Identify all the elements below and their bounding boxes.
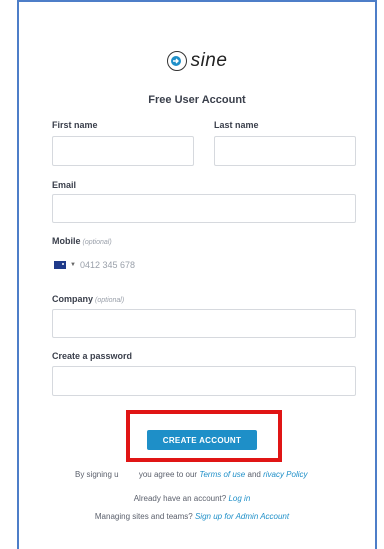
last-name-label: Last name: [214, 120, 259, 130]
email-label: Email: [52, 180, 77, 190]
password-label: Create a password: [52, 351, 133, 361]
company-optional-text: (optional): [95, 297, 125, 304]
logo-text: sine: [190, 50, 228, 71]
first-name-field[interactable]: [52, 136, 194, 166]
admin-line: Managing sites and teams? Sign up for Ad…: [0, 512, 384, 521]
admin-signup-link[interactable]: Sign up for Admin Account: [195, 512, 289, 521]
login-link[interactable]: Log in: [228, 494, 250, 503]
terms-and: and: [245, 470, 264, 479]
last-name-field[interactable]: [214, 136, 356, 166]
company-field[interactable]: [52, 309, 356, 338]
password-field[interactable]: [52, 366, 356, 396]
mobile-input-row[interactable]: ▼ 0412 345 678: [54, 260, 135, 270]
terms-text: By signing u you agree to our Terms of u…: [75, 470, 335, 479]
privacy-policy-link[interactable]: rivacy Policy: [263, 470, 307, 479]
form-title: Free User Account: [148, 94, 246, 106]
mobile-label: Mobile (optional): [52, 236, 112, 246]
company-label: Company (optional): [52, 294, 124, 304]
terms-mid: you agree to our: [138, 470, 200, 479]
chevron-down-icon[interactable]: ▼: [70, 262, 76, 268]
signup-card: sine Free User Account First name Last n…: [17, 0, 377, 549]
mobile-label-text: Mobile: [52, 236, 81, 246]
mobile-placeholder: 0412 345 678: [79, 260, 136, 270]
australia-flag-icon[interactable]: [54, 261, 66, 269]
terms-of-use-link[interactable]: Terms of use: [199, 470, 245, 479]
admin-prompt: Managing sites and teams?: [94, 512, 193, 521]
first-name-label: First name: [52, 120, 98, 130]
terms-prefix: By signing u: [75, 470, 119, 479]
login-prompt: Already have an account?: [133, 494, 227, 503]
arrow-circle-icon: [166, 51, 187, 71]
brand-logo: sine: [19, 50, 375, 72]
highlight-box: [126, 410, 282, 462]
mobile-optional-text: (optional): [82, 239, 112, 246]
login-line: Already have an account? Log in: [0, 494, 384, 503]
company-label-text: Company: [52, 294, 94, 304]
email-field[interactable]: [52, 194, 356, 223]
